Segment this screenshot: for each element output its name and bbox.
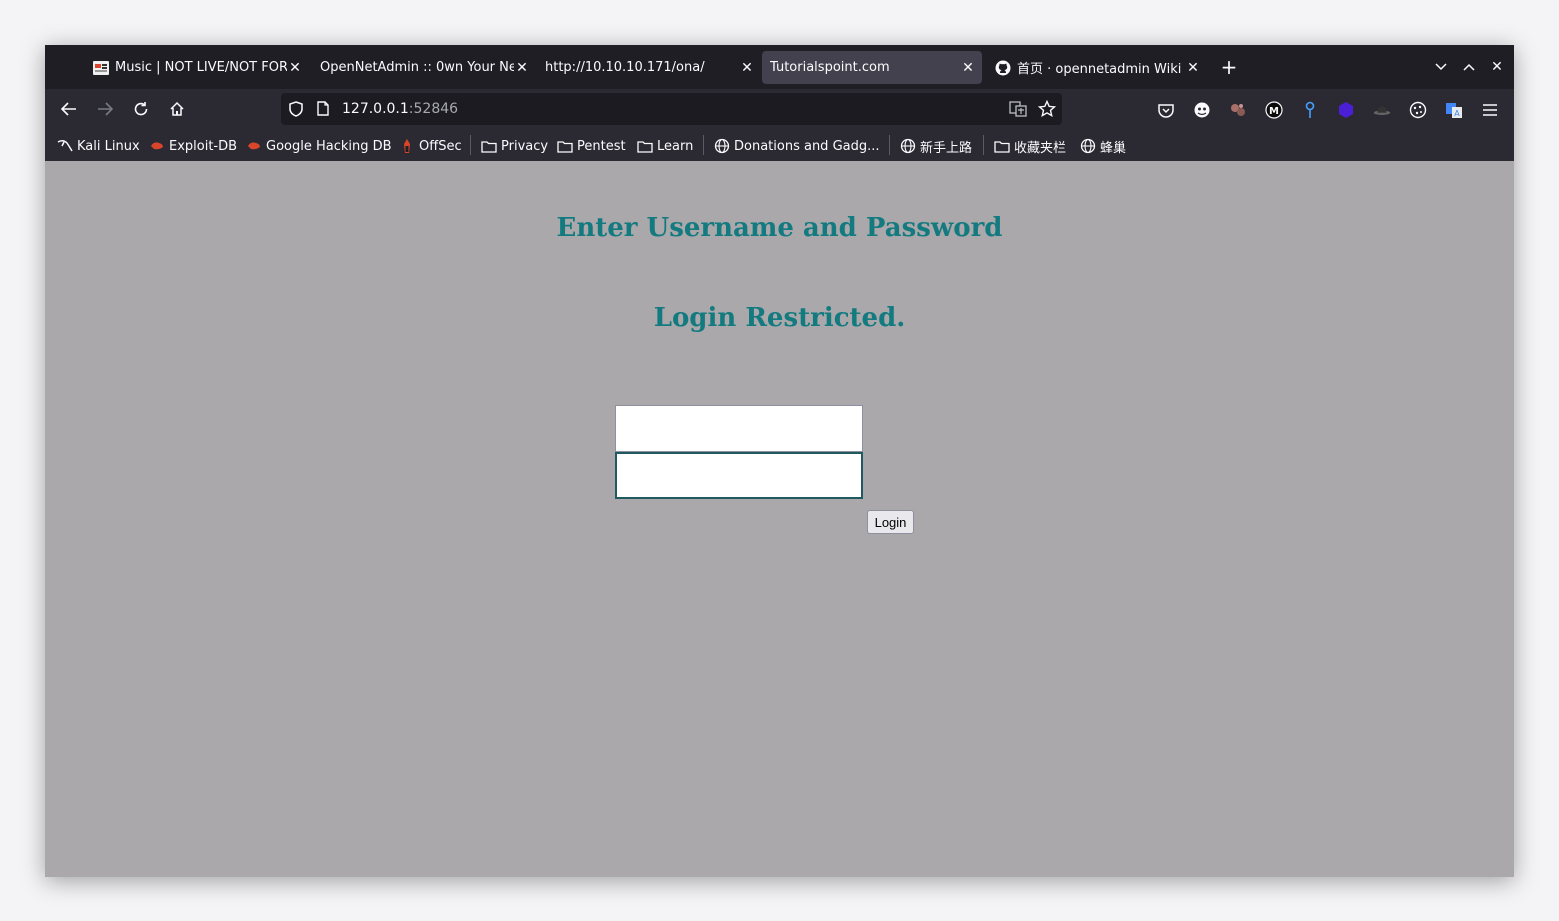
back-arrow-icon[interactable] xyxy=(59,99,79,119)
globe-icon xyxy=(714,138,730,154)
url-port: :52846 xyxy=(408,101,459,117)
exploitdb-icon xyxy=(149,138,165,154)
bookmark-star-icon[interactable] xyxy=(1037,99,1057,118)
bookmark-separator xyxy=(983,135,984,155)
bookmark-fengchao[interactable]: 蜂巢 xyxy=(1080,137,1127,156)
reload-icon[interactable] xyxy=(131,99,151,119)
close-icon[interactable]: ✕ xyxy=(514,60,530,76)
extension-hex-icon[interactable] xyxy=(1337,101,1355,119)
extension-m-icon[interactable]: M xyxy=(1265,101,1283,119)
tab-opennetadmin[interactable]: OpenNetAdmin :: 0wn Your Ne ✕ xyxy=(320,51,530,84)
extension-ghost-icon[interactable] xyxy=(1193,101,1211,119)
bookmark-donations[interactable]: Donations and Gadg... xyxy=(714,137,880,155)
bookmark-folder-pentest[interactable]: Pentest xyxy=(557,137,626,155)
bookmark-label: 新手上路 xyxy=(920,140,973,156)
extension-pin-icon[interactable] xyxy=(1301,101,1319,119)
bookmark-label: OffSec xyxy=(419,138,462,154)
window-close-icon[interactable]: ✕ xyxy=(1489,59,1505,75)
github-icon xyxy=(995,60,1011,76)
new-tab-button[interactable]: + xyxy=(1221,55,1238,79)
tab-github-wiki[interactable]: 首页 · opennetadmin Wiki ✕ xyxy=(995,51,1201,84)
page-content: Enter Username and Password Login Restri… xyxy=(45,161,1514,877)
tab-title: http://10.10.10.171/ona/ xyxy=(545,60,705,75)
tab-list-chevron-down-icon[interactable] xyxy=(1433,59,1449,75)
close-icon[interactable]: ✕ xyxy=(1185,60,1201,76)
menu-hamburger-icon[interactable] xyxy=(1481,101,1499,119)
browser-window: Music | NOT LIVE/NOT FOR ✕ OpenNetAdmin … xyxy=(45,45,1514,877)
shield-icon[interactable] xyxy=(289,101,305,117)
forward-arrow-icon[interactable] xyxy=(95,99,115,119)
bookmark-label: Pentest xyxy=(577,138,626,154)
tab-bar: Music | NOT LIVE/NOT FOR ✕ OpenNetAdmin … xyxy=(45,45,1514,89)
extension-cookie-icon[interactable] xyxy=(1229,101,1247,119)
bookmark-folder-privacy[interactable]: Privacy xyxy=(481,137,548,155)
tab-title: Music | NOT LIVE/NOT FOR xyxy=(115,60,287,75)
globe-icon xyxy=(900,138,916,154)
url-host: 127.0.0.1 xyxy=(342,101,409,117)
tab-title: Tutorialspoint.com xyxy=(770,60,890,75)
bookmark-label: Privacy xyxy=(501,138,549,154)
bookmark-folder-favorites[interactable]: 收藏夹栏 xyxy=(994,137,1067,156)
login-restricted-message: Login Restricted. xyxy=(653,303,906,333)
ghdb-icon xyxy=(246,138,262,154)
bookmark-google-hacking-db[interactable]: Google Hacking DB xyxy=(246,137,392,155)
bookmark-separator xyxy=(470,135,471,155)
bookmark-label: Exploit-DB xyxy=(169,138,238,154)
tab-title: OpenNetAdmin :: 0wn Your Ne xyxy=(320,60,514,75)
bookmark-label: Donations and Gadg... xyxy=(734,138,880,154)
bookmark-offsec[interactable]: OffSec xyxy=(399,137,462,155)
translate-icon[interactable] xyxy=(1009,101,1027,117)
password-input[interactable] xyxy=(615,452,863,499)
bookmark-label: 收藏夹栏 xyxy=(1014,140,1067,156)
url-text[interactable]: 127.0.0.1:52846 xyxy=(342,101,458,117)
folder-icon xyxy=(637,138,653,154)
pocket-icon[interactable] xyxy=(1157,101,1175,119)
bookmark-label: Kali Linux xyxy=(77,138,140,154)
login-button[interactable]: Login xyxy=(867,510,914,534)
tab-music[interactable]: Music | NOT LIVE/NOT FOR ✕ xyxy=(93,51,303,84)
address-bar[interactable]: 127.0.0.1:52846 xyxy=(281,93,1062,125)
tab-tutorialspoint[interactable]: Tutorialspoint.com ✕ xyxy=(762,51,982,84)
home-icon[interactable] xyxy=(167,99,187,119)
bookmark-separator xyxy=(703,135,704,155)
close-icon[interactable]: ✕ xyxy=(287,60,303,76)
extension-cookie-outline-icon[interactable] xyxy=(1409,101,1427,119)
bookmark-folder-learn[interactable]: Learn xyxy=(637,137,693,155)
svg-text:M: M xyxy=(1269,106,1279,117)
folder-icon xyxy=(557,138,573,154)
tab-ona-url[interactable]: http://10.10.10.171/ona/ ✕ xyxy=(545,51,755,84)
bookmark-xinshou[interactable]: 新手上路 xyxy=(900,137,973,156)
close-icon[interactable]: ✕ xyxy=(960,60,976,76)
bookmark-exploit-db[interactable]: Exploit-DB xyxy=(149,137,237,155)
bookmarks-toolbar: Kali Linux Exploit-DB Google Hacking DB … xyxy=(45,129,1514,161)
offsec-icon xyxy=(399,138,415,154)
page-title: Enter Username and Password xyxy=(556,213,1003,243)
minimize-chevron-up-icon[interactable] xyxy=(1461,59,1477,75)
bookmark-label: Learn xyxy=(657,138,694,154)
extension-hat-icon[interactable] xyxy=(1373,101,1391,119)
folder-icon xyxy=(481,138,497,154)
extension-translate-icon[interactable]: A xyxy=(1445,101,1463,119)
bookmark-separator xyxy=(889,135,890,155)
nav-bar: 127.0.0.1:52846 M A xyxy=(45,89,1514,129)
bookmark-label: Google Hacking DB xyxy=(266,138,392,154)
page-info-icon[interactable] xyxy=(317,101,331,117)
username-input[interactable] xyxy=(615,405,863,452)
kali-icon xyxy=(57,138,73,154)
music-favicon-icon xyxy=(93,60,109,76)
bookmark-kali-linux[interactable]: Kali Linux xyxy=(57,137,140,155)
svg-text:A: A xyxy=(1454,109,1460,118)
close-icon[interactable]: ✕ xyxy=(739,60,755,76)
bookmark-label: 蜂巢 xyxy=(1100,140,1127,156)
tab-title: 首页 · opennetadmin Wiki xyxy=(1017,62,1182,77)
folder-icon xyxy=(994,138,1010,154)
globe-icon xyxy=(1080,138,1096,154)
